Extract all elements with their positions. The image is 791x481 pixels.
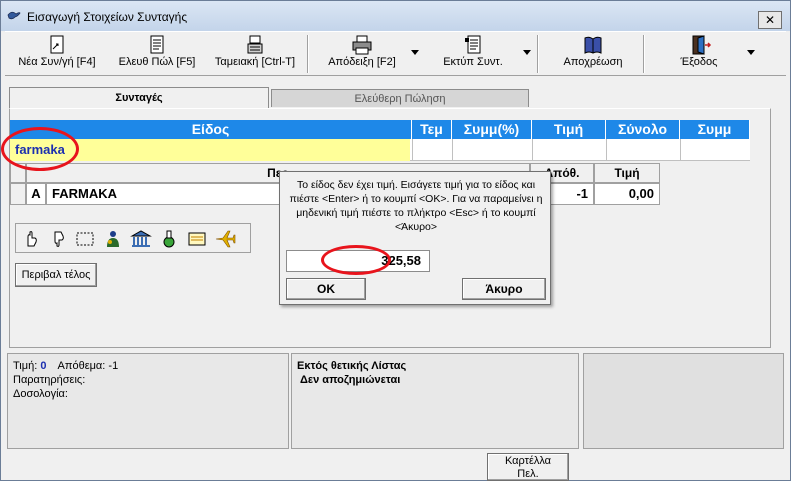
print-dropdown-arrow-icon[interactable] — [523, 50, 531, 56]
print-prescription-button[interactable]: Εκτύπ Συντ. — [423, 34, 523, 74]
copay-cell[interactable] — [680, 139, 750, 161]
print-prescription-label: Εκτύπ Συντ. — [443, 56, 503, 68]
window-close-button[interactable]: ✕ — [758, 11, 782, 29]
header-copay[interactable]: Συμμ — [680, 120, 750, 139]
free-sale-button[interactable]: Ελευθ Πώλ [F5] — [109, 34, 205, 74]
printer-icon — [352, 35, 372, 55]
items-grid-row: farmaka — [10, 139, 750, 161]
exit-dropdown-arrow-icon[interactable] — [747, 50, 755, 56]
price-entry-dialog: Το είδος δεν έχει τιμή. Εισάγετε τιμή γι… — [279, 171, 551, 305]
tab-bar: Συνταγές Ελεύθερη Πώληση — [9, 87, 769, 109]
total-cell[interactable] — [606, 139, 680, 161]
debit-button[interactable]: Αποχρέωση — [545, 34, 641, 74]
dialog-cancel-button[interactable]: Άκυρο — [462, 278, 546, 300]
title-bar: Εισαγωγή Στοιχείων Συνταγής ✕ — [1, 1, 790, 31]
dialog-message: Το είδος δεν έχει τιμή. Εισάγετε τιμή γι… — [289, 179, 543, 233]
header-quantity[interactable]: Τεμ — [412, 120, 452, 139]
toolbar: Νέα Συν/γή [F4] Ελευθ Πώλ [F5] Ταμειακή … — [5, 31, 786, 76]
right-info-panel — [583, 353, 784, 449]
card-icon[interactable] — [186, 229, 208, 249]
lookup-row-price: 0,00 — [594, 183, 660, 205]
receipt-button[interactable]: Απόδειξη [F2] — [315, 34, 409, 74]
header-total[interactable]: Σύνολο — [606, 120, 680, 139]
toolbar-separator — [307, 35, 309, 73]
annotation-circle-search — [1, 127, 79, 171]
container-fee-button[interactable]: Περιβαλ τέλος — [15, 263, 97, 287]
hand-down-icon[interactable] — [47, 229, 69, 249]
action-icon-bar — [15, 223, 251, 253]
quantity-cell[interactable] — [412, 139, 452, 161]
row-flag: A — [26, 183, 46, 205]
header-price[interactable]: Τιμή — [532, 120, 606, 139]
copay-percent-cell[interactable] — [452, 139, 532, 161]
price-info-label: Τιμή: — [13, 360, 38, 372]
toolbar-separator — [643, 35, 645, 73]
new-prescription-button[interactable]: Νέα Συν/γή [F4] — [9, 34, 105, 74]
free-sale-label: Ελευθ Πώλ [F5] — [118, 56, 196, 68]
window-title: Εισαγωγή Στοιχείων Συνταγής — [27, 10, 188, 24]
toolbar-separator — [537, 35, 539, 73]
stock-info: Απόθεμα: -1 — [57, 360, 119, 372]
dosage-label: Δοσολογία: — [13, 388, 68, 400]
dialog-ok-button[interactable]: OK — [286, 278, 366, 300]
list-status-panel: Εκτός θετικής Λίστας Δεν αποζημιώνεται — [291, 353, 579, 449]
items-grid-header: Είδος Τεμ Συμμ(%) Τιμή Σύνολο Συμμ — [10, 120, 750, 139]
doctor-icon[interactable] — [102, 229, 124, 249]
row-selector[interactable] — [10, 183, 26, 205]
header-copay-percent[interactable]: Συμμ(%) — [452, 120, 532, 139]
debit-label: Αποχρέωση — [563, 56, 623, 68]
bottom-info-area: Τιμή: 0 Απόθεμα: -1 Παρατηρήσεις: Δοσολο… — [5, 351, 786, 451]
app-bird-icon — [7, 11, 21, 20]
lookup-header-price[interactable]: Τιμή — [594, 163, 660, 183]
flask-icon[interactable] — [158, 229, 180, 249]
price-info-line: Τιμή: 0 Απόθεμα: -1 — [13, 360, 118, 372]
price-cell[interactable] — [532, 139, 606, 161]
list-title: Εκτός θετικής Λίστας — [297, 360, 407, 372]
hospital-building-icon[interactable] — [130, 229, 152, 249]
selection-rectangle-icon[interactable] — [74, 229, 96, 249]
item-info-panel: Τιμή: 0 Απόθεμα: -1 Παρατηρήσεις: Δοσολο… — [7, 353, 289, 449]
print-list-icon — [465, 35, 481, 54]
exit-label: Έξοδος — [680, 56, 718, 68]
main-window: Εισαγωγή Στοιχείων Συνταγής ✕ Νέα Συν/γή… — [0, 0, 791, 481]
book-icon — [584, 36, 602, 54]
list-status: Δεν αποζημιώνεται — [300, 374, 401, 386]
receipt-label: Απόδειξη [F2] — [328, 56, 396, 68]
exit-button[interactable]: Έξοδος — [651, 34, 747, 74]
receipt-dropdown-arrow-icon[interactable] — [411, 50, 419, 56]
new-document-icon — [50, 35, 64, 54]
tab-free-sale[interactable]: Ελεύθερη Πώληση — [271, 89, 529, 107]
document-lines-icon — [150, 35, 164, 54]
annotation-circle-price — [321, 245, 391, 275]
notes-label: Παρατηρήσεις: — [13, 374, 86, 386]
price-info-value: 0 — [40, 360, 47, 372]
cash-register-icon — [247, 35, 263, 54]
new-prescription-label: Νέα Συν/γή [F4] — [18, 56, 96, 68]
tab-prescriptions[interactable]: Συνταγές — [9, 87, 269, 109]
exit-door-icon — [692, 35, 712, 55]
airplane-icon[interactable] — [214, 229, 236, 249]
customer-card-button[interactable]: Καρτέλλα Πελ. — [487, 453, 569, 481]
pointing-hand-icon[interactable] — [20, 229, 42, 249]
cash-register-button[interactable]: Ταμειακή [Ctrl-T] — [205, 34, 305, 74]
cash-register-label: Ταμειακή [Ctrl-T] — [214, 56, 296, 68]
